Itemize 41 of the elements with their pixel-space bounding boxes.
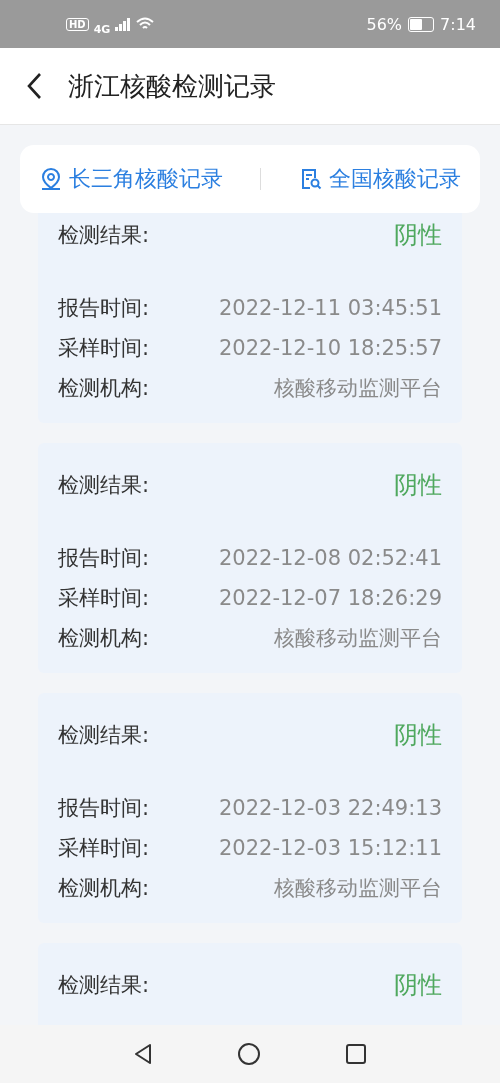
test-result: 阴性 xyxy=(394,470,442,501)
recents-nav-icon[interactable] xyxy=(345,1043,367,1065)
field-label: 检测结果: xyxy=(58,222,150,249)
field-value: 2022-12-10 18:25:57 xyxy=(218,336,442,360)
field-value: 2022-12-08 02:52:41 xyxy=(218,546,442,570)
tab-link[interactable]: 长三角核酸记录 xyxy=(38,164,223,194)
test-result: 阴性 xyxy=(394,720,442,751)
document-search-icon xyxy=(299,167,324,191)
back-icon[interactable] xyxy=(26,72,42,100)
signal-icon xyxy=(115,17,132,31)
network-label: 4G xyxy=(93,22,111,36)
clock: 7:14 xyxy=(440,14,476,34)
field-label: 检测机构: xyxy=(58,375,150,402)
test-result: 阴性 xyxy=(394,970,442,1001)
field-label: 检测机构: xyxy=(58,625,150,652)
tab-link[interactable]: 全国核酸记录 xyxy=(299,164,462,194)
field-label: 采样时间: xyxy=(58,335,150,362)
field-value: 2022-12-03 22:49:13 xyxy=(218,796,442,820)
wifi-icon xyxy=(136,17,155,31)
field-value: 2022-12-03 15:12:11 xyxy=(218,836,442,860)
page-title: 浙江核酸检测记录 xyxy=(68,69,276,103)
field-label: 报告时间: xyxy=(58,545,150,572)
battery-icon xyxy=(408,16,435,32)
field-label: 检测结果: xyxy=(58,472,150,499)
field-value: 核酸移动监测平台 xyxy=(274,375,442,402)
field-label: 报告时间: xyxy=(58,795,150,822)
test-result: 阴性 xyxy=(394,220,442,251)
field-label: 报告时间: xyxy=(58,295,150,322)
field-label: 检测机构: xyxy=(58,875,150,902)
back-nav-icon[interactable] xyxy=(133,1043,153,1065)
field-label: 检测结果: xyxy=(58,722,150,749)
field-value: 2022-12-11 03:45:51 xyxy=(218,296,442,320)
hd-label: HD xyxy=(66,17,89,31)
battery-percent: 56% xyxy=(366,14,403,34)
field-value: 核酸移动监测平台 xyxy=(274,875,442,902)
home-nav-icon[interactable] xyxy=(237,1042,261,1066)
field-label: 采样时间: xyxy=(58,835,150,862)
field-label: 检测结果: xyxy=(58,972,150,999)
field-label: 采样时间: xyxy=(58,585,150,612)
field-value: 核酸移动监测平台 xyxy=(274,625,442,652)
field-value: 2022-12-07 18:26:29 xyxy=(218,586,442,610)
